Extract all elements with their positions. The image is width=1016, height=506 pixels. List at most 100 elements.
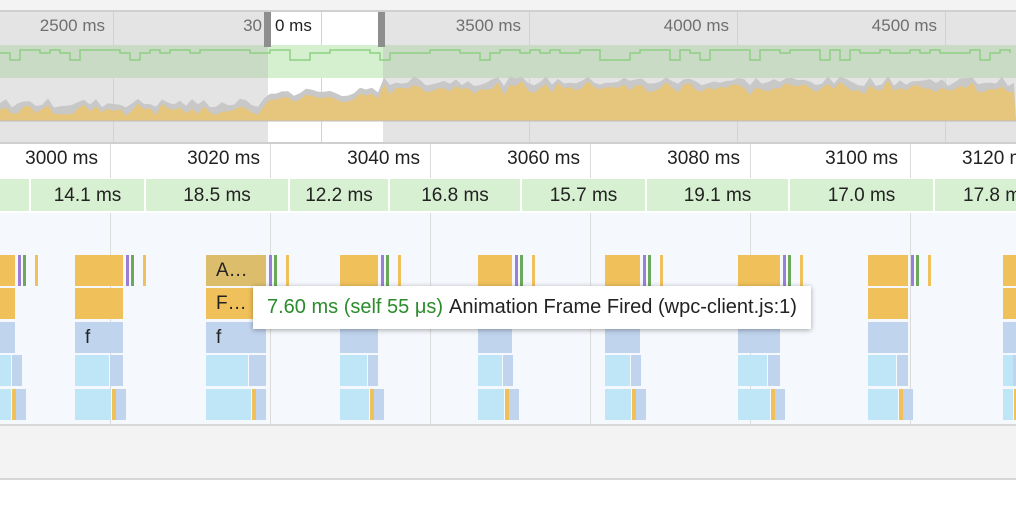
function-event[interactable]: f <box>75 322 123 353</box>
frame-bar[interactable]: 15.7 ms <box>522 179 645 211</box>
js-frame-event[interactable] <box>868 389 898 420</box>
marker-event[interactable] <box>648 255 651 286</box>
marker-event[interactable] <box>269 255 272 286</box>
marker-event[interactable] <box>381 255 384 286</box>
gridline <box>270 144 271 179</box>
animation-frame-event[interactable] <box>75 255 123 286</box>
animation-frame-event[interactable] <box>1003 255 1016 286</box>
frame-bar[interactable]: 19.1 ms <box>647 179 788 211</box>
details-pane <box>0 426 1016 480</box>
selection-left-handle[interactable] <box>264 12 271 47</box>
function-event[interactable] <box>0 322 15 353</box>
js-frame-event[interactable] <box>109 355 123 386</box>
js-frame-event[interactable] <box>605 389 632 420</box>
tooltip-duration: 7.60 ms (self 55 μs) <box>267 296 444 318</box>
marker-event[interactable] <box>386 255 389 286</box>
flame-tooltip: 7.60 ms (self 55 μs) Animation Frame Fire… <box>253 286 811 329</box>
js-frame-event[interactable] <box>0 355 11 386</box>
marker-event[interactable] <box>643 255 646 286</box>
marker-event[interactable] <box>398 255 401 286</box>
marker-event[interactable] <box>800 255 803 286</box>
marker-event[interactable] <box>928 255 931 286</box>
js-frame-event[interactable] <box>868 355 896 386</box>
ruler-tick: 3000 ms <box>25 148 98 169</box>
js-frame-event[interactable] <box>903 389 913 420</box>
marker-event[interactable] <box>916 255 919 286</box>
animation-frame-event[interactable] <box>605 255 640 286</box>
animation-frame-event[interactable]: A… <box>206 255 266 286</box>
js-frame-event[interactable] <box>16 389 27 420</box>
js-frame-event[interactable] <box>116 389 126 420</box>
marker-event[interactable] <box>783 255 786 286</box>
function-call-event[interactable] <box>75 288 123 319</box>
js-frame-event[interactable] <box>1003 355 1013 386</box>
ruler-tick: 3120 ms <box>962 148 1016 169</box>
js-frame-event[interactable] <box>768 355 780 386</box>
selection-right-handle[interactable] <box>378 12 385 47</box>
marker-event[interactable] <box>788 255 791 286</box>
gridline <box>590 144 591 179</box>
js-frame-event[interactable] <box>75 389 111 420</box>
frames-track: 14.1 ms 18.5 ms 12.2 ms 16.8 ms 15.7 ms … <box>0 178 1016 213</box>
marker-event[interactable] <box>911 255 914 286</box>
gridline <box>110 144 111 179</box>
animation-frame-event[interactable] <box>0 255 15 286</box>
js-frame-event[interactable] <box>502 355 513 386</box>
js-frame-event[interactable] <box>897 355 908 386</box>
marker-event[interactable] <box>274 255 277 286</box>
frame-bar[interactable]: 12.2 ms <box>290 179 388 211</box>
marker-event[interactable] <box>515 255 518 286</box>
js-frame-event[interactable] <box>508 389 519 420</box>
js-frame-event[interactable] <box>630 355 641 386</box>
frame-bar[interactable]: 17.0 ms <box>790 179 933 211</box>
animation-frame-event[interactable] <box>478 255 512 286</box>
function-call-event[interactable] <box>868 288 908 319</box>
frame-bar[interactable]: 18.5 ms <box>146 179 288 211</box>
marker-event[interactable] <box>23 255 26 286</box>
js-frame-event[interactable] <box>367 355 378 386</box>
js-frame-event[interactable] <box>75 355 109 386</box>
js-frame-event[interactable] <box>774 389 785 420</box>
function-event[interactable] <box>868 322 908 353</box>
frame-bar[interactable]: 14.1 ms <box>31 179 144 211</box>
js-frame-event[interactable] <box>478 389 504 420</box>
js-frame-event[interactable] <box>340 355 367 386</box>
frame-bar[interactable]: 17.8 ms <box>935 179 1016 211</box>
js-frame-event[interactable] <box>11 355 22 386</box>
marker-event[interactable] <box>126 255 129 286</box>
ruler-tick: 3060 ms <box>507 148 580 169</box>
js-frame-event[interactable] <box>605 355 630 386</box>
js-frame-event[interactable] <box>738 389 770 420</box>
js-frame-event[interactable] <box>249 355 266 386</box>
marker-event[interactable] <box>35 255 38 286</box>
marker-event[interactable] <box>131 255 134 286</box>
js-frame-event[interactable] <box>256 389 266 420</box>
js-frame-event[interactable] <box>636 389 647 420</box>
timeline-overview[interactable]: 2500 ms 30 0 ms 3500 ms 4000 ms 4500 ms <box>0 12 1016 144</box>
marker-event[interactable] <box>532 255 535 286</box>
js-frame-event[interactable] <box>340 389 369 420</box>
frame-bar[interactable]: 16.8 ms <box>390 179 520 211</box>
animation-frame-event[interactable] <box>738 255 780 286</box>
js-frame-event[interactable] <box>0 389 12 420</box>
js-frame-event[interactable] <box>206 355 248 386</box>
js-frame-event[interactable] <box>738 355 768 386</box>
function-call-event[interactable] <box>0 288 15 319</box>
js-frame-event[interactable] <box>1003 389 1013 420</box>
marker-event[interactable] <box>286 255 289 286</box>
js-frame-event[interactable] <box>206 389 251 420</box>
time-ruler: 3000 ms 3020 ms 3040 ms 3060 ms 3080 ms … <box>0 144 1016 179</box>
frame-bar[interactable] <box>0 179 29 211</box>
animation-frame-event[interactable] <box>340 255 378 286</box>
marker-event[interactable] <box>520 255 523 286</box>
function-event[interactable] <box>1003 322 1016 353</box>
overview-charts <box>0 45 1016 122</box>
marker-event[interactable] <box>143 255 146 286</box>
animation-frame-event[interactable] <box>868 255 908 286</box>
ruler-tick: 3020 ms <box>187 148 260 169</box>
js-frame-event[interactable] <box>373 389 384 420</box>
marker-event[interactable] <box>660 255 663 286</box>
js-frame-event[interactable] <box>478 355 502 386</box>
function-call-event[interactable] <box>1003 288 1016 319</box>
marker-event[interactable] <box>18 255 21 286</box>
